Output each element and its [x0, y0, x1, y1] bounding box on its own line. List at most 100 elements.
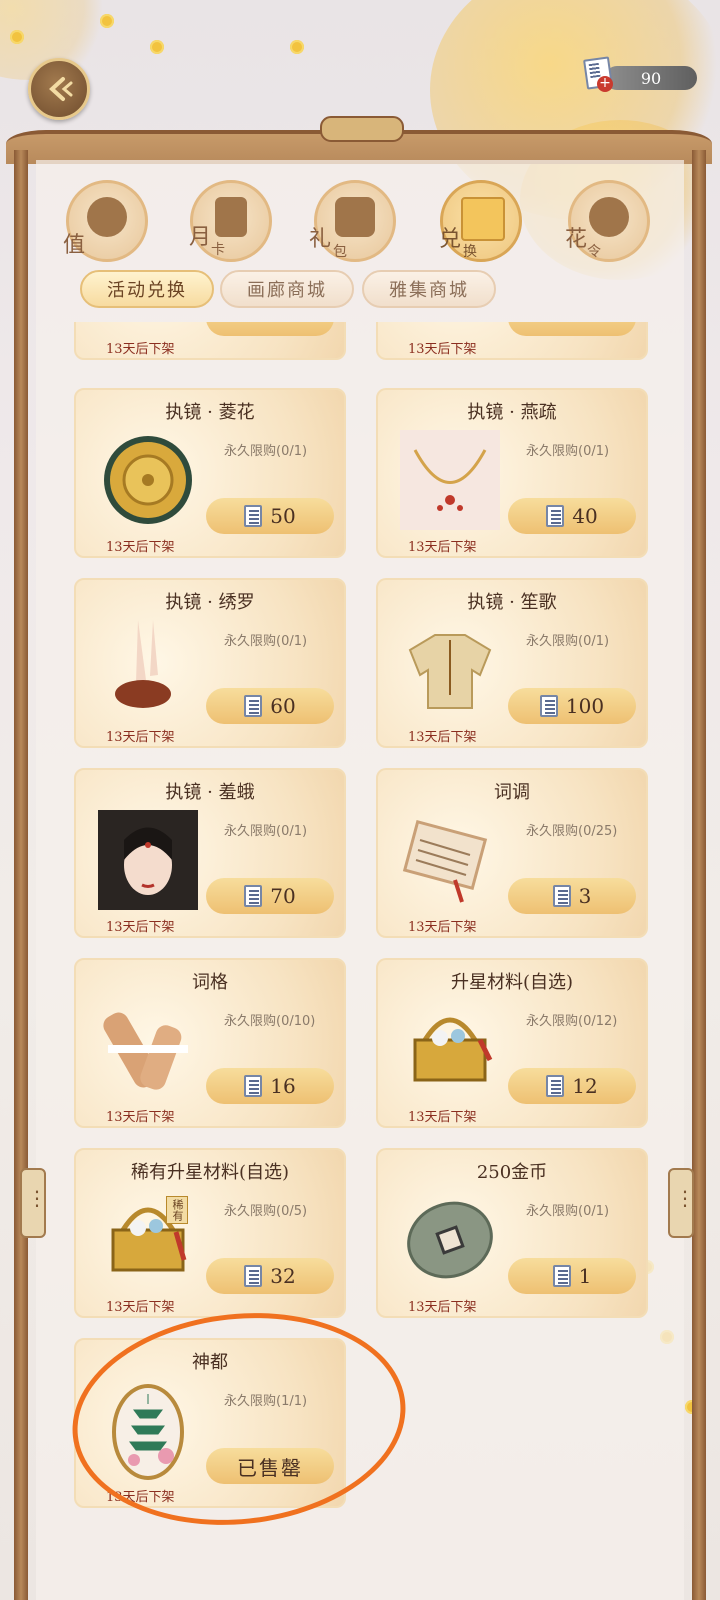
item-title: 执镜 · 菱花 [165, 402, 255, 423]
ticket-icon [552, 1265, 571, 1287]
price-value: 100 [565, 694, 605, 718]
price-button[interactable] [508, 322, 636, 336]
basket-image [400, 1000, 500, 1100]
price-button[interactable]: 1 [508, 1258, 636, 1294]
price-value: 1 [578, 1264, 592, 1288]
item-title: 250金币 [476, 1162, 548, 1183]
expire-label: 13天后下架 [408, 540, 477, 555]
category-label: 换 [463, 244, 477, 260]
item-title: 词调 [494, 782, 530, 803]
purchase-limit: 永久限购(0/5) [224, 1204, 308, 1219]
item-title: 执镜 · 羞蛾 [165, 782, 255, 803]
item-card[interactable]: 升星材料(自选) 永久限购(0/12) 12 13天后下架 [376, 958, 648, 1128]
coin-image [400, 1190, 500, 1290]
price-button[interactable]: 12 [508, 1068, 636, 1104]
currency-amount: 90 [605, 66, 697, 90]
category-exchange[interactable]: 兑 换 [439, 180, 522, 262]
price-button[interactable]: 16 [206, 1068, 334, 1104]
top-image [400, 620, 500, 720]
item-card-partial[interactable]: 13天后下架 [376, 322, 648, 360]
expire-label: 13天后下架 [408, 342, 477, 357]
back-button[interactable] [28, 58, 90, 120]
price-button[interactable]: 60 [206, 688, 334, 724]
tab-gallery-shop[interactable]: 画廊商城 [220, 270, 354, 308]
category-monthly-card[interactable]: 月 卡 [189, 180, 272, 262]
category-gift-pack[interactable]: 礼 包 [309, 180, 396, 262]
gift-box-icon [461, 197, 505, 241]
category-label: 卡 [211, 242, 225, 258]
purchase-limit: 永久限购(0/1) [224, 824, 308, 839]
shoe-image [98, 620, 198, 720]
category-label: 值 [63, 233, 86, 258]
item-card[interactable]: 执镜 · 笙歌永久限购(0/1) 100 13天后下架 [376, 578, 648, 748]
mirror-image [98, 430, 198, 530]
item-title: 词格 [192, 972, 228, 993]
price-value: 32 [270, 1264, 296, 1288]
ticket-icon [552, 885, 571, 907]
ticket-icon [539, 695, 558, 717]
category-label: 花 [565, 227, 588, 252]
price-value: 50 [270, 504, 296, 528]
price-button[interactable]: 32 [206, 1258, 334, 1294]
item-title: 稀有升星材料(自选) [130, 1162, 290, 1183]
category-label: 礼 [309, 227, 332, 252]
scroll-image [400, 810, 500, 910]
item-card[interactable]: 执镜 · 羞蛾 永久限购(0/1) 70 13天后下架 [74, 768, 346, 938]
card-icon [215, 197, 247, 237]
purchase-limit: 永久限购(0/25) [526, 824, 618, 839]
price-button[interactable]: 70 [206, 878, 334, 914]
add-currency-icon[interactable]: + [597, 76, 613, 92]
category-flower-token[interactable]: 花 令 [565, 180, 650, 262]
item-card-partial[interactable]: 13天后下架 [74, 322, 346, 360]
ticket-icon [546, 505, 565, 527]
purchase-limit: 永久限购(0/12) [526, 1014, 618, 1029]
gift-pack-icon [335, 197, 375, 237]
rare-tag: 稀有 [166, 1196, 188, 1224]
price-value: 70 [270, 884, 296, 908]
category-label: 令 [587, 244, 601, 260]
price-value: 3 [578, 884, 592, 908]
expire-label: 13天后下架 [106, 342, 175, 357]
flower-scroll-icon [589, 197, 629, 237]
price-button[interactable]: 3 [508, 878, 636, 914]
expire-label: 13天后下架 [408, 920, 477, 935]
price-button[interactable] [206, 322, 334, 336]
purchase-limit: 永久限购(0/1) [224, 444, 308, 459]
ticket-icon [244, 695, 263, 717]
price-button[interactable]: 50 [206, 498, 334, 534]
ticket-icon [244, 1265, 263, 1287]
item-card[interactable]: 词调永久限购(0/25) 3 13天后下架 [376, 768, 648, 938]
roof-ornament [320, 116, 404, 142]
item-card[interactable]: 稀有升星材料(自选) 稀有 永久限购(0/5) 32 13天后下架 [74, 1148, 346, 1318]
expire-label: 13天后下架 [408, 1110, 477, 1125]
price-value: 40 [572, 504, 598, 528]
category-label: 包 [333, 244, 347, 260]
purchase-limit: 永久限购(0/1) [526, 634, 610, 649]
coin-icon [87, 197, 127, 237]
price-button[interactable]: 100 [508, 688, 636, 724]
currency-display[interactable]: 90 + [583, 56, 705, 92]
item-card[interactable]: 执镜 · 燕疏 永久限购(0/1) 40 13天后下架 [376, 388, 648, 558]
category-recharge[interactable]: 值 [63, 180, 148, 262]
expire-label: 13天后下架 [106, 1300, 175, 1315]
expire-label: 13天后下架 [408, 730, 477, 745]
back-arrow-icon [49, 77, 73, 101]
ticket-icon [546, 1075, 565, 1097]
item-title: 执镜 · 绣罗 [165, 592, 255, 613]
ticket-icon [244, 885, 263, 907]
item-card[interactable]: 词格 永久限购(0/10) 16 13天后下架 [74, 958, 346, 1128]
purchase-limit: 永久限购(0/1) [526, 1204, 610, 1219]
tab-activity-exchange[interactable]: 活动兑换 [80, 270, 214, 308]
price-value: 16 [270, 1074, 296, 1098]
frame-pillar-right [692, 150, 706, 1600]
item-title: 执镜 · 笙歌 [467, 592, 557, 613]
item-card[interactable]: 250金币永久限购(0/1) 1 13天后下架 [376, 1148, 648, 1318]
item-card[interactable]: 执镜 · 绣罗 永久限购(0/1) 60 13天后下架 [74, 578, 346, 748]
expire-label: 13天后下架 [408, 1300, 477, 1315]
ticket-icon [244, 505, 263, 527]
necklace-image [400, 430, 500, 530]
price-button[interactable]: 40 [508, 498, 636, 534]
tab-gathering-shop[interactable]: 雅集商城 [362, 270, 496, 308]
item-title: 执镜 · 燕疏 [467, 402, 557, 423]
item-card[interactable]: 执镜 · 菱花 永久限购(0/1) 50 13天后下架 [74, 388, 346, 558]
